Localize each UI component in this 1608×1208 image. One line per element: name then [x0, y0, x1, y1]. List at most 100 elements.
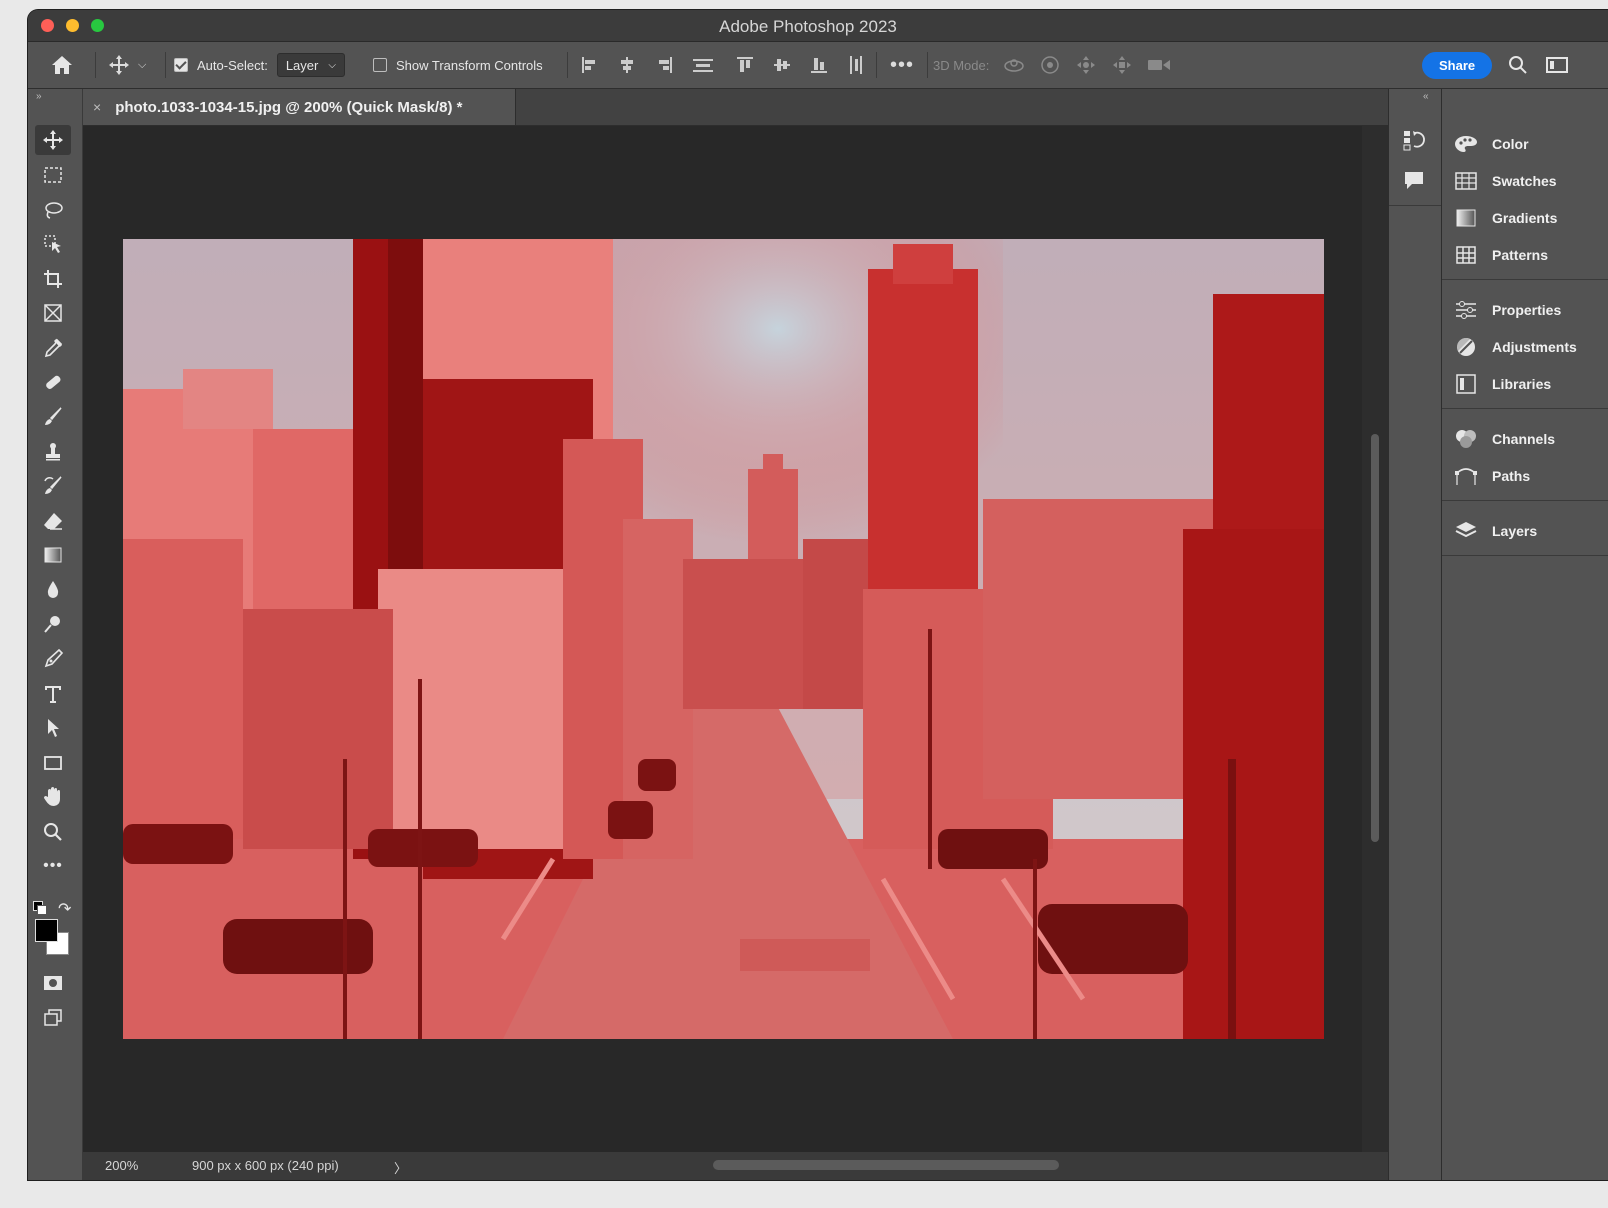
align-right-icon[interactable] — [655, 56, 673, 74]
marquee-tool-icon — [44, 167, 62, 183]
auto-select-checkbox[interactable] — [174, 58, 188, 72]
comments-panel-button[interactable] — [1403, 169, 1425, 196]
gradient-tool-icon — [44, 547, 62, 563]
hand-tool[interactable] — [35, 782, 71, 812]
properties-panel-tab[interactable]: Properties — [1442, 291, 1561, 328]
swatches-panel-tab[interactable]: Swatches — [1442, 162, 1557, 199]
collapse-panels-icon[interactable]: « — [1423, 91, 1429, 102]
home-button[interactable] — [50, 42, 74, 88]
3d-roll-icon — [1041, 56, 1060, 74]
healing-tool-icon — [46, 375, 61, 389]
search-icon[interactable] — [1508, 55, 1528, 75]
swap-colors-icon[interactable]: ↷ — [58, 899, 71, 919]
paths-panel-tab[interactable]: Paths — [1442, 457, 1530, 494]
crop-tool[interactable] — [35, 264, 71, 294]
paths-panel-label: Paths — [1492, 467, 1531, 484]
move-tool-preset-button[interactable]: ⌵ — [108, 42, 146, 88]
history-panel-button[interactable] — [1403, 129, 1427, 156]
libraries-icon — [1456, 373, 1476, 394]
document-tab-title: photo.1033-1034-15.jpg @ 200% (Quick Mas… — [115, 98, 463, 116]
blur-tool-icon — [47, 581, 59, 598]
brush-tool-icon — [45, 407, 62, 425]
type-tool[interactable] — [35, 679, 71, 709]
status-bar: 200% 900 px x 600 px (240 ppi) 〉 — [83, 1152, 1388, 1180]
path-select-tool[interactable] — [35, 713, 71, 743]
object-select-tool-icon — [44, 235, 61, 253]
3d-orbit-icon — [1004, 59, 1025, 72]
color-panel-tab[interactable]: Color — [1442, 125, 1529, 162]
expand-panel-icon[interactable]: » — [36, 91, 42, 102]
vertical-scrollbar[interactable] — [1362, 126, 1388, 1152]
hand-tool-icon — [44, 787, 60, 806]
gradients-panel-tab[interactable]: Gradients — [1442, 199, 1557, 236]
distribute-icon[interactable] — [692, 56, 714, 74]
sliders-icon — [1456, 300, 1476, 319]
screen-mode-button[interactable] — [35, 1003, 71, 1033]
history-brush-tool[interactable] — [35, 471, 71, 501]
blur-tool[interactable] — [35, 575, 71, 605]
distribute-vertical-icon[interactable] — [847, 55, 865, 75]
collapsed-panel-column: « — [1388, 89, 1442, 1180]
foreground-color-swatch[interactable] — [35, 919, 58, 942]
share-button[interactable]: Share — [1422, 51, 1493, 79]
show-transform-checkbox[interactable] — [373, 58, 387, 72]
show-transform-label[interactable]: Show Transform Controls — [396, 58, 543, 73]
default-colors-icon[interactable] — [33, 901, 47, 915]
quick-mask-icon — [44, 976, 62, 990]
properties-panel-label: Properties — [1492, 301, 1562, 318]
brush-tool[interactable] — [35, 402, 71, 432]
adjustments-panel-tab[interactable]: Adjustments — [1442, 328, 1577, 365]
close-tab-icon[interactable]: × — [93, 99, 101, 115]
horizontal-scroll-thumb[interactable] — [713, 1160, 1059, 1170]
lasso-tool[interactable] — [35, 195, 71, 225]
align-left-icon[interactable] — [581, 56, 599, 74]
status-menu-arrow-icon[interactable]: 〉 — [394, 1158, 407, 1177]
more-options-icon[interactable]: ••• — [890, 54, 914, 77]
rectangle-tool-icon — [44, 756, 62, 770]
panels-dock: Color Swatches Gradients Patterns Proper… — [1442, 89, 1608, 1180]
workspace-icon[interactable] — [1546, 56, 1568, 74]
auto-select-dropdown[interactable]: Layer ⌵ — [276, 53, 345, 77]
vertical-scroll-thumb[interactable] — [1371, 434, 1379, 842]
layers-icon — [1455, 521, 1477, 537]
eyedropper-tool[interactable] — [35, 333, 71, 363]
path-select-tool-icon — [48, 719, 59, 737]
align-center-icon[interactable] — [618, 56, 636, 74]
eraser-tool-icon — [44, 513, 62, 530]
align-middle-icon[interactable] — [773, 56, 791, 74]
healing-tool[interactable] — [35, 367, 71, 397]
frame-tool[interactable] — [35, 298, 71, 328]
city-street-photo — [123, 239, 1324, 1039]
channels-panel-tab[interactable]: Channels — [1442, 420, 1555, 457]
screen-mode-icon — [44, 1009, 62, 1026]
layers-panel-tab[interactable]: Layers — [1442, 512, 1537, 549]
gradient-tool[interactable] — [35, 540, 71, 570]
document-tab[interactable]: × photo.1033-1034-15.jpg @ 200% (Quick M… — [83, 89, 516, 125]
pen-tool[interactable] — [35, 644, 71, 674]
photoshop-window: Adobe Photoshop 2023 ⌵ Auto-Select: Laye… — [28, 10, 1608, 1180]
zoom-level[interactable]: 200% — [105, 1158, 138, 1173]
rectangle-tool[interactable] — [35, 748, 71, 778]
object-select-tool[interactable] — [35, 229, 71, 259]
zoom-tool[interactable] — [35, 817, 71, 847]
align-top-icon[interactable] — [736, 56, 754, 74]
window-title: Adobe Photoshop 2023 — [719, 17, 897, 36]
gradients-panel-label: Gradients — [1492, 209, 1558, 226]
eraser-tool[interactable] — [35, 506, 71, 536]
marquee-tool[interactable] — [35, 160, 71, 190]
home-icon — [52, 56, 72, 74]
color-panel-label: Color — [1492, 135, 1529, 152]
move-tool[interactable] — [35, 125, 71, 155]
layers-panel-label: Layers — [1492, 522, 1538, 539]
dodge-tool[interactable] — [35, 609, 71, 639]
quick-mask-button[interactable] — [35, 968, 71, 998]
swatches-panel-label: Swatches — [1492, 172, 1557, 189]
history-brush-tool-icon — [44, 476, 62, 494]
libraries-panel-tab[interactable]: Libraries — [1442, 365, 1551, 402]
stamp-tool[interactable] — [35, 437, 71, 467]
patterns-panel-tab[interactable]: Patterns — [1442, 236, 1548, 273]
align-bottom-icon[interactable] — [810, 56, 828, 74]
more-tools[interactable]: ••• — [35, 851, 71, 881]
frame-tool-icon — [44, 304, 62, 322]
document-image-quick-mask[interactable] — [123, 239, 1324, 1039]
